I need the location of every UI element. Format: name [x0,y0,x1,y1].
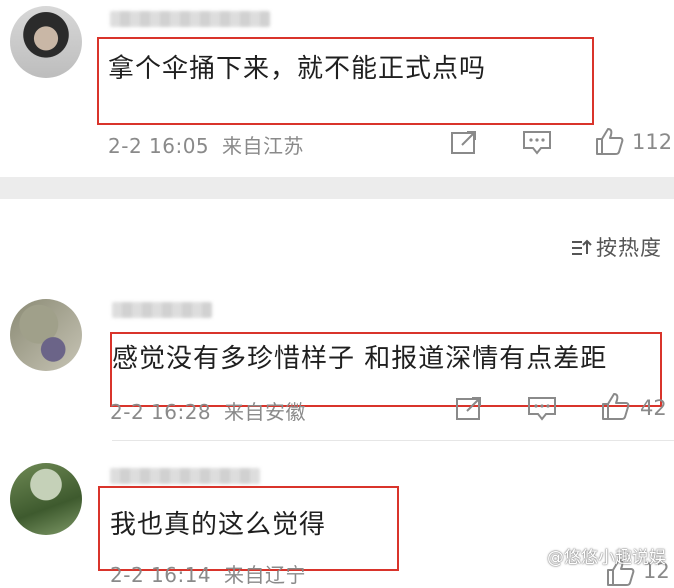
like-count: 42 [640,396,667,420]
like-count: 112 [632,130,673,154]
sort-icon [572,239,592,255]
comment-time: 2-2 16:28 [110,400,212,424]
username-blurred[interactable]: ██████ [112,302,212,318]
comment-text: 感觉没有多珍惜样子 和报道深情有点差距 [112,344,608,374]
comment-time: 2-2 16:05 [108,134,210,158]
watermark: @悠悠小趣说娱 [547,548,666,568]
comment-text: 我也真的这么觉得 [110,510,327,540]
comment-location: 来自辽宁 [224,563,307,587]
sort-button[interactable]: 按热度 [570,232,662,262]
sort-label: 按热度 [596,236,662,260]
share-icon[interactable] [450,129,478,155]
comment-divider [112,440,674,441]
comment-time: 2-2 16:14 [110,563,212,587]
comment-location: 来自安徽 [224,400,307,424]
comment-icon[interactable] [522,130,552,156]
comment-item: ████████ 拿个伞捅下来，就不能正式点吗 2-2 16:05 来自江苏 1… [0,0,674,177]
like-icon[interactable] [600,391,630,421]
comment-meta: 2-2 16:28 来自安徽 [110,396,306,425]
section-separator [0,177,674,199]
like-icon[interactable] [594,126,624,156]
comment-text: 拿个伞捅下来，就不能正式点吗 [108,54,487,84]
avatar[interactable] [10,6,82,78]
username-blurred[interactable]: ████████ [110,468,260,484]
comment-icon[interactable] [527,396,557,422]
comment-item: ██████ 感觉没有多珍惜样子 和报道深情有点差距 2-2 16:28 来自安… [0,285,674,440]
comment-location: 来自江苏 [222,134,305,158]
avatar[interactable] [10,299,82,371]
share-icon[interactable] [455,395,483,421]
avatar[interactable] [10,463,82,535]
username-blurred[interactable]: ████████ [110,11,270,27]
comment-meta: 2-2 16:05 来自江苏 [108,130,304,159]
